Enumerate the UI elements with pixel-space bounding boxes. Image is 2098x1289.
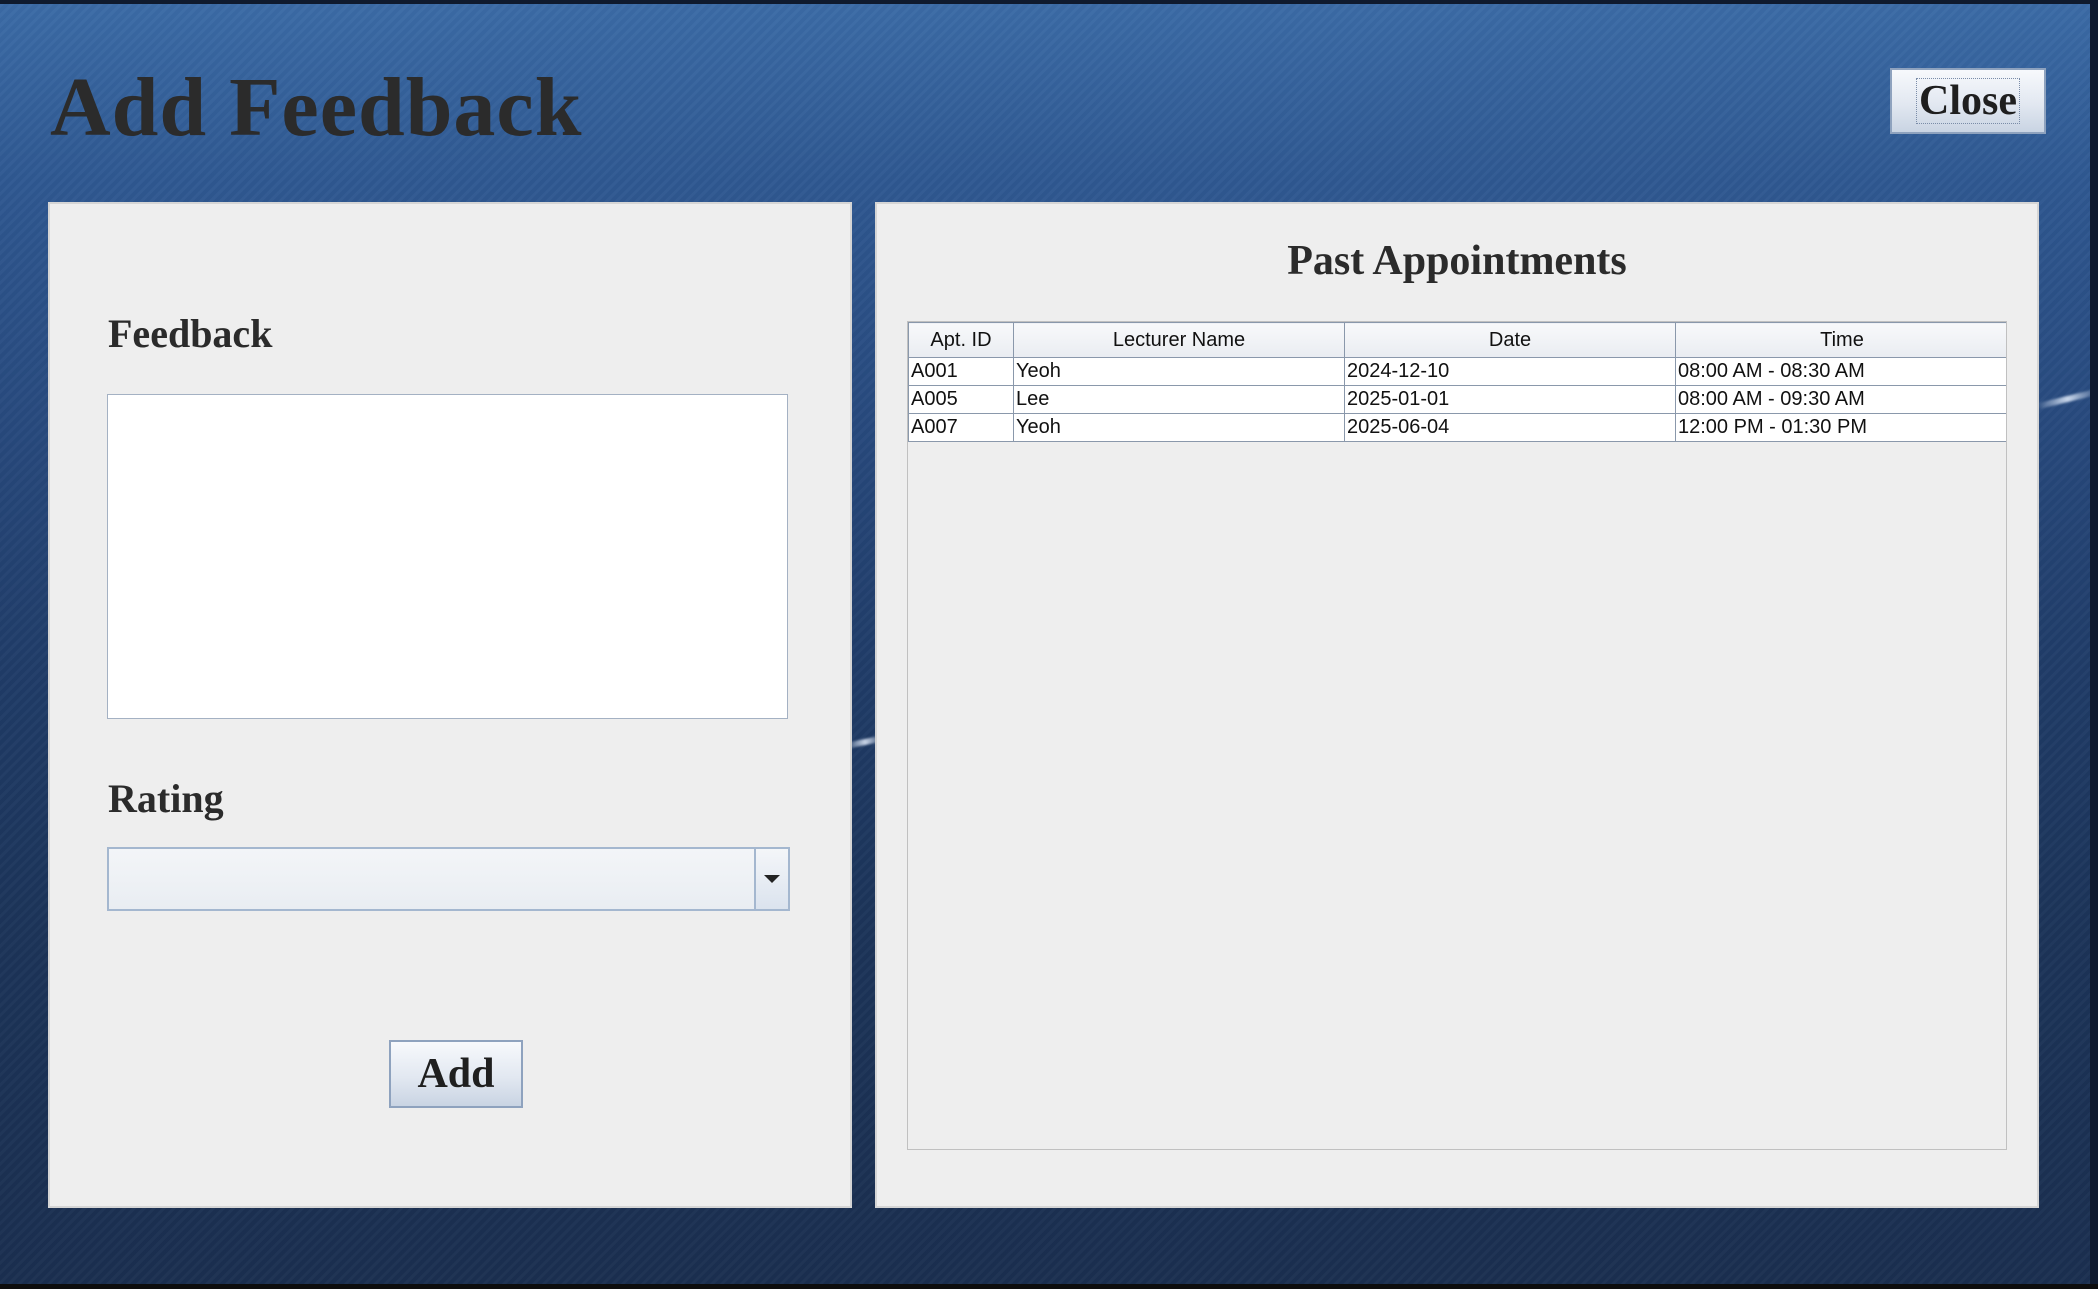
table-cell-lecturer-name[interactable]: Yeoh — [1013, 413, 1345, 442]
table-cell-lecturer-name[interactable]: Yeoh — [1013, 357, 1345, 386]
table-cell-time[interactable]: 08:00 AM - 09:30 AM — [1675, 385, 2006, 414]
table-cell-date[interactable]: 2024-12-10 — [1344, 357, 1676, 386]
bottom-edge — [0, 1284, 2098, 1289]
appointments-table-scroll-pane[interactable]: Apt. ID Lecturer Name Date Time A001 Yeo… — [907, 321, 2007, 1150]
column-header-lecturer-name[interactable]: Lecturer Name — [1013, 322, 1345, 358]
feedback-label: Feedback — [108, 311, 273, 356]
feedback-textarea[interactable] — [107, 394, 788, 719]
table-row[interactable]: A005 Lee 2025-01-01 08:00 AM - 09:30 AM — [908, 385, 2006, 414]
table-cell-apt-id[interactable]: A007 — [908, 413, 1014, 442]
table-cell-date[interactable]: 2025-01-01 — [1344, 385, 1676, 414]
column-header-time[interactable]: Time — [1675, 322, 2006, 358]
table-cell-time[interactable]: 12:00 PM - 01:30 PM — [1675, 413, 2006, 442]
table-cell-date[interactable]: 2025-06-04 — [1344, 413, 1676, 442]
chevron-down-icon — [764, 875, 780, 883]
close-button-label: Close — [1916, 77, 2020, 125]
past-appointments-panel: Past Appointments Apt. ID Lecturer Name … — [875, 202, 2039, 1208]
table-row[interactable]: A001 Yeoh 2024-12-10 08:00 AM - 08:30 AM — [908, 357, 2006, 386]
table-cell-lecturer-name[interactable]: Lee — [1013, 385, 1345, 414]
feedback-panel: Feedback Rating Add — [48, 202, 852, 1208]
rating-label: Rating — [108, 776, 224, 821]
add-feedback-window: Add Feedback Close Feedback Rating Add P… — [0, 4, 2090, 1284]
table-cell-time[interactable]: 08:00 AM - 08:30 AM — [1675, 357, 2006, 386]
table-cell-apt-id[interactable]: A005 — [908, 385, 1014, 414]
add-button[interactable]: Add — [389, 1040, 523, 1108]
table-cell-apt-id[interactable]: A001 — [908, 357, 1014, 386]
add-button-label: Add — [417, 1051, 495, 1097]
past-appointments-title: Past Appointments — [1287, 238, 1627, 284]
page-title: Add Feedback — [50, 61, 583, 154]
rating-dropdown[interactable] — [107, 847, 790, 911]
column-header-date[interactable]: Date — [1344, 322, 1676, 358]
close-button[interactable]: Close — [1890, 68, 2046, 134]
table-header-row: Apt. ID Lecturer Name Date Time — [908, 322, 2006, 358]
background-light-streak — [2035, 388, 2090, 410]
table-row[interactable]: A007 Yeoh 2025-06-04 12:00 PM - 01:30 PM — [908, 413, 2006, 442]
column-header-apt-id[interactable]: Apt. ID — [908, 322, 1014, 358]
dropdown-arrow-button[interactable] — [754, 849, 788, 909]
appointments-table: Apt. ID Lecturer Name Date Time A001 Yeo… — [908, 322, 2006, 442]
